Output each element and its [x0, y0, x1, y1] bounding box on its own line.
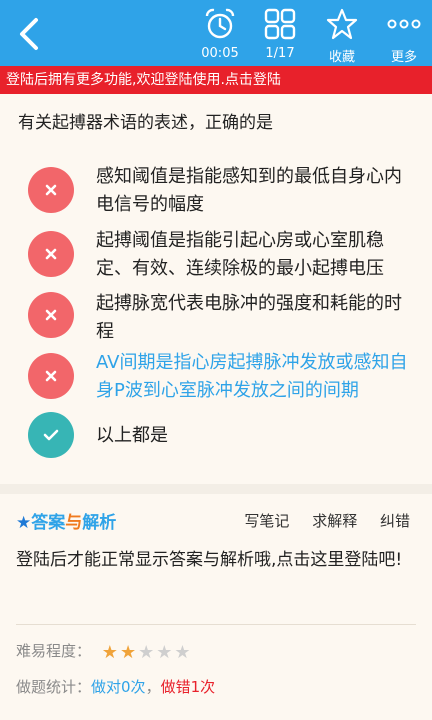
- star-filled-icon: ★: [101, 642, 118, 663]
- star-outline-icon: [326, 8, 358, 40]
- favorite-button[interactable]: 收藏: [314, 4, 370, 65]
- option-5[interactable]: 以上都是: [0, 412, 432, 462]
- stats-label: 做题统计：: [16, 678, 92, 696]
- option-4[interactable]: AV间期是指心房起搏脉冲发放或感知自身P波到心室脉冲发放之间的间期: [0, 349, 432, 405]
- star-empty-icon: ★: [138, 642, 155, 663]
- option-text: 感知阈值是指能感知到的最低自身心内电信号的幅度: [96, 166, 402, 215]
- favorite-label: 收藏: [328, 50, 355, 65]
- grid-icon: [264, 8, 296, 40]
- divider: [16, 624, 416, 625]
- answer-analysis-title: ★答案与解析: [16, 513, 117, 533]
- option-text: 起搏阈值是指能引起心房或心室肌稳定、有效、连续除极的最小起搏电压: [96, 230, 384, 279]
- star-icon: ★: [16, 513, 32, 533]
- option-2[interactable]: 起搏阈值是指能引起心房或心室肌稳定、有效、连续除极的最小起搏电压: [0, 227, 432, 283]
- report-error-link[interactable]: 纠错: [380, 512, 410, 530]
- progress-button[interactable]: 1/17: [252, 4, 308, 64]
- more-dots-icon: [387, 19, 421, 29]
- option-text: 起搏脉宽代表电脉冲的强度和耗能的时程: [96, 293, 402, 342]
- stats-row: 做题统计：做对0次，做错1次: [16, 676, 215, 697]
- star-empty-icon: ★: [174, 642, 191, 663]
- ask-explain-link[interactable]: 求解释: [312, 512, 357, 530]
- option-text: 以上都是: [96, 425, 168, 446]
- star-filled-icon: ★: [119, 642, 137, 663]
- write-note-link[interactable]: 写笔记: [244, 512, 289, 530]
- stats-separator: ，: [145, 678, 161, 696]
- back-arrow-icon: [20, 18, 38, 50]
- wrong-mark-icon: [28, 231, 74, 277]
- wrong-mark-icon: [28, 353, 74, 399]
- top-toolbar: 00:05 1/17 收藏 更多: [0, 0, 432, 66]
- answer-actions: 写笔记 求解释 纠错: [226, 510, 410, 531]
- wrong-count: 做错1次: [160, 678, 216, 696]
- star-empty-icon: ★: [156, 642, 173, 663]
- difficulty-label: 难易程度：: [16, 642, 92, 660]
- option-text: AV间期是指心房起搏脉冲发放或感知自身P波到心室脉冲发放之间的间期: [96, 352, 408, 401]
- answer-header: ★答案与解析 写笔记 求解释 纠错: [0, 494, 432, 544]
- more-label: 更多: [390, 50, 417, 65]
- more-button[interactable]: 更多: [376, 4, 432, 65]
- back-button[interactable]: [14, 14, 48, 54]
- option-3[interactable]: 起搏脉宽代表电脉冲的强度和耗能的时程: [0, 290, 432, 346]
- difficulty-stars: ★ ★ ★ ★ ★: [102, 642, 193, 663]
- timer-button[interactable]: 00:05: [192, 4, 248, 64]
- section-divider: [0, 484, 432, 494]
- wrong-mark-icon: [28, 292, 74, 338]
- login-banner[interactable]: 登陆后拥有更多功能,欢迎登陆使用.点击登陆: [0, 66, 432, 94]
- difficulty-row: 难易程度： ★ ★ ★ ★ ★: [16, 640, 193, 663]
- option-1[interactable]: 感知阈值是指能感知到的最低自身心内电信号的幅度: [0, 163, 432, 219]
- question-text: 有关起搏器术语的表述，正确的是: [18, 113, 273, 133]
- timer-label: 00:05: [201, 46, 239, 61]
- progress-label: 1/17: [265, 46, 295, 61]
- correct-count: 做对0次: [91, 678, 146, 696]
- wrong-mark-icon: [28, 167, 74, 213]
- check-mark-icon: [28, 412, 74, 458]
- answer-login-prompt[interactable]: 登陆后才能正常显示答案与解析哦,点击这里登陆吧!: [16, 546, 416, 574]
- alarm-clock-icon: [205, 8, 235, 39]
